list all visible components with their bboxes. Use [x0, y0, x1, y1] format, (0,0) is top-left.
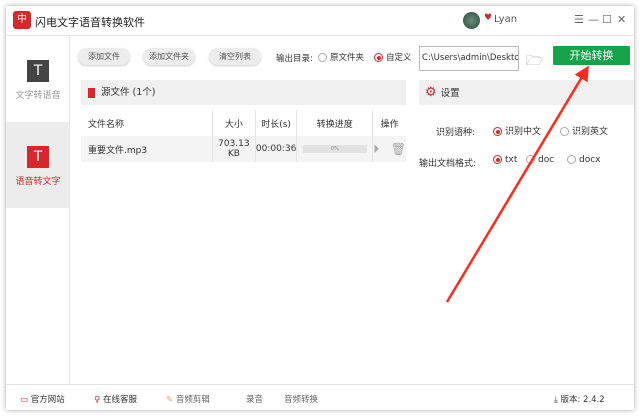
annotation-arrow [445, 65, 589, 303]
